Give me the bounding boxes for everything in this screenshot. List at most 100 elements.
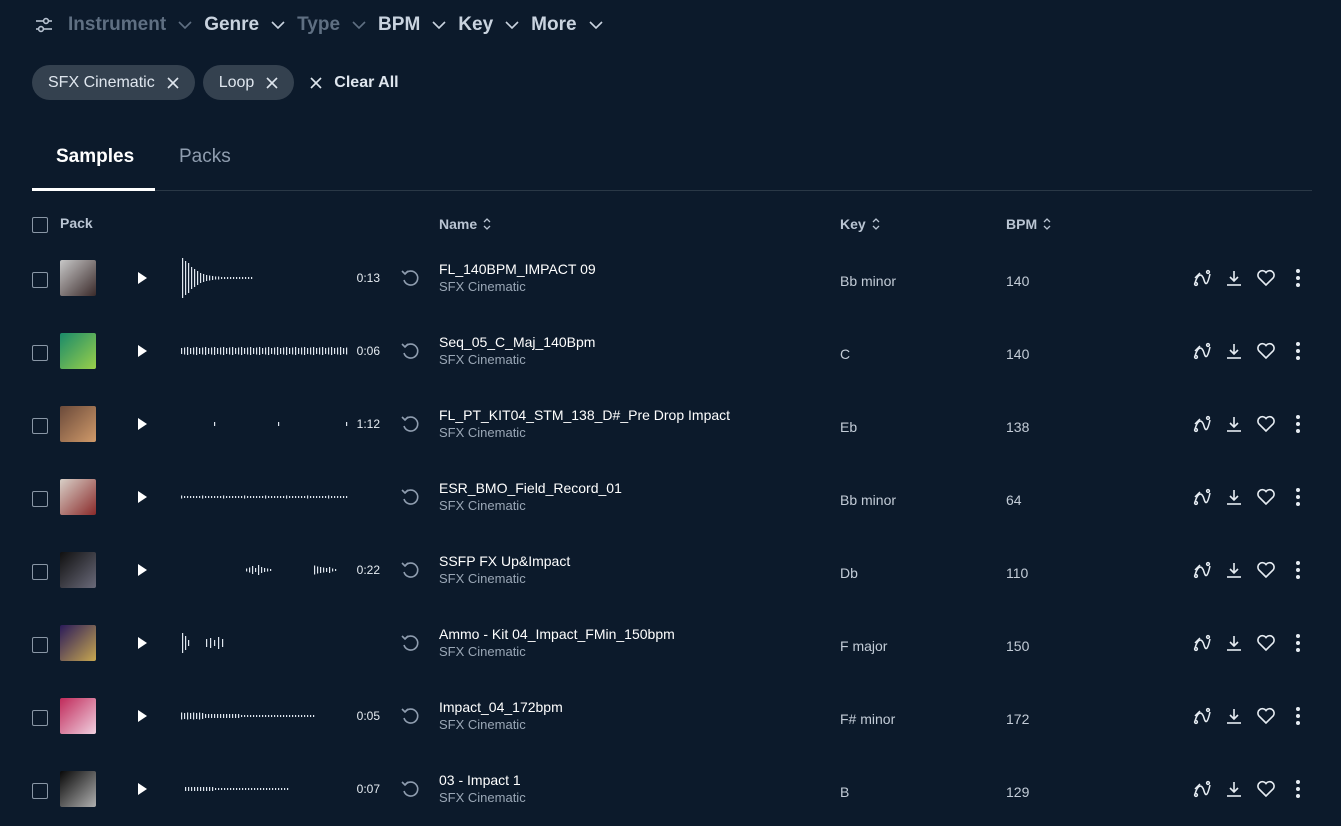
waveform[interactable]: [180, 402, 348, 446]
sample-name[interactable]: Ammo - Kit 04_Impact_FMin_150bpm: [439, 626, 675, 642]
rotate-left-icon[interactable]: [400, 706, 420, 726]
sample-name[interactable]: SSFP FX Up&Impact: [439, 553, 570, 569]
play-icon[interactable]: [136, 781, 150, 797]
waveform[interactable]: [180, 621, 348, 665]
sample-category[interactable]: SFX Cinematic: [439, 352, 595, 367]
heart-icon[interactable]: [1254, 266, 1278, 290]
more-vertical-icon[interactable]: [1286, 558, 1310, 582]
sample-category[interactable]: SFX Cinematic: [439, 279, 596, 294]
heart-icon[interactable]: [1254, 558, 1278, 582]
download-icon[interactable]: [1222, 704, 1246, 728]
clear-all-button[interactable]: Clear All: [302, 74, 406, 92]
heart-icon[interactable]: [1254, 704, 1278, 728]
filter-instrument-dropdown[interactable]: Instrument: [68, 14, 192, 36]
download-icon[interactable]: [1222, 485, 1246, 509]
pack-artwork[interactable]: [60, 552, 96, 588]
column-name[interactable]: Name: [439, 216, 491, 232]
sample-category[interactable]: SFX Cinematic: [439, 644, 675, 659]
download-icon[interactable]: [1222, 777, 1246, 801]
more-vertical-icon[interactable]: [1286, 485, 1310, 509]
rotate-left-icon[interactable]: [400, 633, 420, 653]
sliders-icon[interactable]: [32, 13, 56, 37]
sample-name[interactable]: FL_PT_KIT04_STM_138_D#_Pre Drop Impact: [439, 407, 730, 423]
filter-key-dropdown[interactable]: Key: [458, 14, 519, 36]
download-icon[interactable]: [1222, 412, 1246, 436]
row-checkbox[interactable]: [32, 491, 48, 507]
column-key[interactable]: Key: [840, 216, 880, 232]
play-icon[interactable]: [136, 343, 150, 359]
similar-sounds-icon[interactable]: [1190, 558, 1214, 582]
rotate-left-icon[interactable]: [400, 487, 420, 507]
sample-name[interactable]: 03 - Impact 1: [439, 772, 526, 788]
rotate-left-icon[interactable]: [400, 341, 420, 361]
pack-artwork[interactable]: [60, 260, 96, 296]
more-vertical-icon[interactable]: [1286, 266, 1310, 290]
waveform[interactable]: [180, 329, 348, 373]
pack-artwork[interactable]: [60, 771, 96, 807]
play-icon[interactable]: [136, 489, 150, 505]
heart-icon[interactable]: [1254, 631, 1278, 655]
row-checkbox[interactable]: [32, 272, 48, 288]
sample-category[interactable]: SFX Cinematic: [439, 790, 526, 805]
waveform[interactable]: [180, 475, 348, 519]
filter-bpm-dropdown[interactable]: BPM: [378, 14, 446, 36]
sample-category[interactable]: SFX Cinematic: [439, 425, 730, 440]
play-icon[interactable]: [136, 270, 150, 286]
heart-icon[interactable]: [1254, 777, 1278, 801]
sample-category[interactable]: SFX Cinematic: [439, 498, 622, 513]
waveform[interactable]: [180, 767, 348, 811]
sample-name[interactable]: ESR_BMO_Field_Record_01: [439, 480, 622, 496]
more-vertical-icon[interactable]: [1286, 631, 1310, 655]
download-icon[interactable]: [1222, 558, 1246, 582]
similar-sounds-icon[interactable]: [1190, 339, 1214, 363]
sample-category[interactable]: SFX Cinematic: [439, 571, 570, 586]
sample-name[interactable]: Seq_05_C_Maj_140Bpm: [439, 334, 595, 350]
similar-sounds-icon[interactable]: [1190, 266, 1214, 290]
filter-more-dropdown[interactable]: More: [531, 14, 603, 36]
play-icon[interactable]: [136, 635, 150, 651]
table-row[interactable]: Ammo - Kit 04_Impact_FMin_150bpm SFX Cine…: [32, 607, 1312, 680]
table-row[interactable]: 0:05 Impact_04_172bpm SFX Cinematic F# mino…: [32, 680, 1312, 753]
rotate-left-icon[interactable]: [400, 560, 420, 580]
heart-icon[interactable]: [1254, 339, 1278, 363]
row-checkbox[interactable]: [32, 783, 48, 799]
download-icon[interactable]: [1222, 266, 1246, 290]
rotate-left-icon[interactable]: [400, 268, 420, 288]
heart-icon[interactable]: [1254, 485, 1278, 509]
filter-type-dropdown[interactable]: Type: [297, 14, 366, 36]
similar-sounds-icon[interactable]: [1190, 412, 1214, 436]
row-checkbox[interactable]: [32, 418, 48, 434]
pack-artwork[interactable]: [60, 698, 96, 734]
similar-sounds-icon[interactable]: [1190, 631, 1214, 655]
waveform[interactable]: [180, 256, 348, 300]
play-icon[interactable]: [136, 708, 150, 724]
tab-samples[interactable]: Samples: [56, 146, 134, 168]
pack-artwork[interactable]: [60, 479, 96, 515]
table-row[interactable]: 0:07 03 - Impact 1 SFX Cinematic B 129: [32, 753, 1312, 826]
play-icon[interactable]: [136, 562, 150, 578]
row-checkbox[interactable]: [32, 637, 48, 653]
play-icon[interactable]: [136, 416, 150, 432]
waveform[interactable]: [180, 548, 348, 592]
close-icon[interactable]: [266, 76, 278, 89]
column-bpm[interactable]: BPM: [1006, 216, 1051, 232]
sample-name[interactable]: Impact_04_172bpm: [439, 699, 563, 715]
similar-sounds-icon[interactable]: [1190, 777, 1214, 801]
rotate-left-icon[interactable]: [400, 414, 420, 434]
table-row[interactable]: ESR_BMO_Field_Record_01 SFX Cinematic Bb m…: [32, 461, 1312, 534]
pack-artwork[interactable]: [60, 625, 96, 661]
download-icon[interactable]: [1222, 631, 1246, 655]
pack-artwork[interactable]: [60, 333, 96, 369]
more-vertical-icon[interactable]: [1286, 339, 1310, 363]
table-row[interactable]: 0:06 Seq_05_C_Maj_140Bpm SFX Cinematic C 140: [32, 315, 1312, 388]
select-all-checkbox[interactable]: [32, 217, 48, 233]
tab-packs[interactable]: Packs: [179, 146, 231, 168]
pack-artwork[interactable]: [60, 406, 96, 442]
waveform[interactable]: [180, 694, 348, 738]
rotate-left-icon[interactable]: [400, 779, 420, 799]
table-row[interactable]: 0:22 SSFP FX Up&Impact SFX Cinematic Db 110: [32, 534, 1312, 607]
heart-icon[interactable]: [1254, 412, 1278, 436]
more-vertical-icon[interactable]: [1286, 412, 1310, 436]
similar-sounds-icon[interactable]: [1190, 485, 1214, 509]
similar-sounds-icon[interactable]: [1190, 704, 1214, 728]
